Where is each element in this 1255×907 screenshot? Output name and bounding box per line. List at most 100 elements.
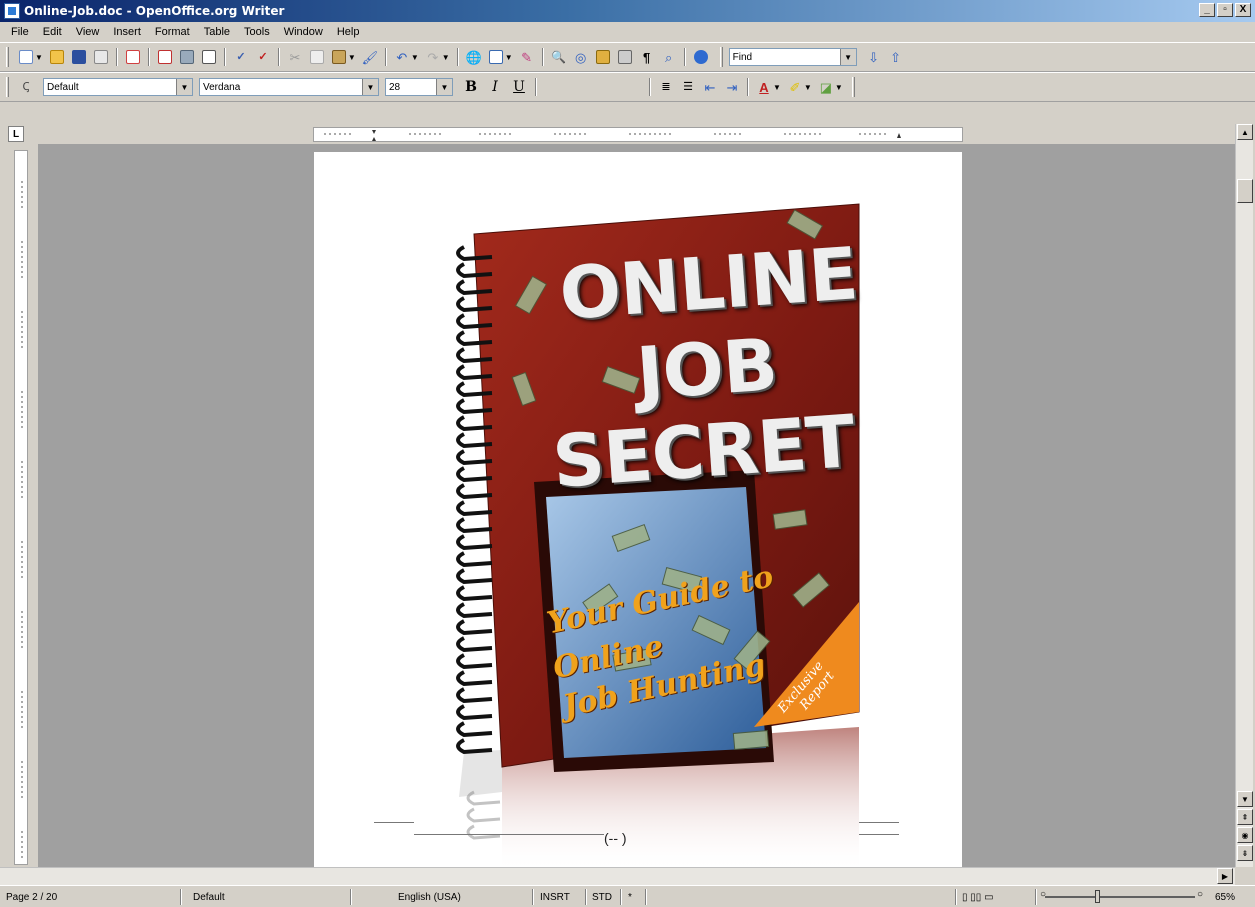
align-left-icon[interactable]	[543, 78, 643, 96]
horizontal-scrollbar[interactable]: ▶	[0, 867, 1235, 885]
clone-formatting-icon[interactable]: 🖌	[361, 48, 379, 66]
autospellcheck-icon[interactable]: ✓	[254, 48, 272, 66]
open-folder-icon[interactable]	[48, 48, 66, 66]
highlight-dropdown-arrow-icon[interactable]: ▼	[804, 83, 812, 92]
page-preview-icon[interactable]	[200, 48, 218, 66]
style-dropdown-arrow-icon[interactable]: ▼	[176, 79, 192, 95]
zoom-in-icon[interactable]: ○	[1197, 889, 1203, 900]
data-sources-icon[interactable]	[616, 48, 634, 66]
edit-file-icon[interactable]	[124, 48, 142, 66]
decrease-indent-icon[interactable]: ⇤	[701, 78, 719, 96]
font-color-icon[interactable]: A	[755, 78, 773, 96]
italic-button[interactable]: I	[486, 79, 504, 95]
menu-format[interactable]: Format	[148, 26, 197, 38]
redo-icon[interactable]: ↷	[424, 48, 442, 66]
zoom-slider[interactable]	[1045, 896, 1195, 898]
copy-icon[interactable]	[308, 48, 326, 66]
paste-icon[interactable]	[330, 48, 348, 66]
save-icon[interactable]	[70, 48, 88, 66]
redo-dropdown-arrow-icon[interactable]: ▼	[442, 53, 450, 62]
paste-dropdown-arrow-icon[interactable]: ▼	[348, 53, 356, 62]
find-replace-icon[interactable]: 🔍	[550, 48, 568, 66]
zoom-slider-knob[interactable]	[1095, 890, 1100, 903]
new-document-icon[interactable]	[17, 48, 35, 66]
toolbar-grip[interactable]	[851, 77, 855, 97]
zoom-out-icon[interactable]: ○	[1040, 889, 1046, 900]
vertical-ruler[interactable]	[14, 150, 28, 865]
spellcheck-icon[interactable]: ✓	[232, 48, 250, 66]
status-page-style[interactable]: Default	[193, 892, 225, 903]
menu-window[interactable]: Window	[277, 26, 330, 38]
find-text-input[interactable]: Find ▼	[728, 48, 857, 66]
horizontal-ruler[interactable]	[313, 127, 963, 142]
menu-edit[interactable]: Edit	[36, 26, 69, 38]
scroll-thumb[interactable]	[1237, 179, 1253, 203]
menu-help[interactable]: Help	[330, 26, 367, 38]
undo-dropdown-arrow-icon[interactable]: ▼	[411, 53, 419, 62]
scroll-right-icon[interactable]: ▶	[1217, 868, 1233, 884]
increase-indent-icon[interactable]: ⇥	[723, 78, 741, 96]
styles-formatting-icon[interactable]: Ꞔ	[17, 78, 35, 96]
table-dropdown-arrow-icon[interactable]: ▼	[505, 53, 513, 62]
toolbar-grip[interactable]	[719, 47, 723, 67]
print-icon[interactable]	[178, 48, 196, 66]
scroll-up-icon[interactable]: ▲	[1237, 124, 1253, 140]
bullets-icon[interactable]: ☰	[679, 78, 697, 96]
scroll-down-icon[interactable]: ▼	[1237, 791, 1253, 807]
toolbar-grip[interactable]	[6, 77, 9, 97]
font-size-value: 28	[389, 81, 401, 93]
minimize-button[interactable]: _	[1199, 3, 1215, 17]
toolbar-grip[interactable]	[6, 47, 9, 67]
underline-button[interactable]: U	[510, 79, 528, 95]
status-language[interactable]: English (USA)	[398, 892, 461, 903]
document-page[interactable]: ONLINE JOB SECRET Your Guide to Online J…	[314, 152, 962, 867]
new-dropdown-arrow-icon[interactable]: ▼	[35, 53, 43, 62]
font-color-dropdown-arrow-icon[interactable]: ▼	[773, 83, 781, 92]
status-selection-mode[interactable]: STD	[592, 892, 612, 903]
navigator-icon[interactable]: ◎	[572, 48, 590, 66]
vertical-scrollbar[interactable]: ▲ ▼ ⇞ ◉ ⇟	[1235, 124, 1253, 867]
status-page[interactable]: Page 2 / 20	[6, 892, 57, 903]
status-zoom[interactable]: 65%	[1215, 892, 1235, 903]
email-icon[interactable]	[92, 48, 110, 66]
hyperlink-icon[interactable]: 🌐	[465, 48, 483, 66]
cut-icon[interactable]: ✂	[286, 48, 304, 66]
next-page-icon[interactable]: ⇟	[1237, 845, 1253, 861]
maximize-button[interactable]: ▫	[1217, 3, 1233, 17]
help-icon[interactable]	[692, 48, 710, 66]
menu-file[interactable]: File	[4, 26, 36, 38]
menu-tools[interactable]: Tools	[237, 26, 277, 38]
highlighting-icon[interactable]: ✐	[786, 78, 804, 96]
font-size-select[interactable]: 28 ▼	[385, 78, 453, 96]
zoom-icon[interactable]: ⌕	[660, 48, 678, 66]
table-icon[interactable]	[487, 48, 505, 66]
background-color-icon[interactable]: ◪	[817, 78, 835, 96]
undo-icon[interactable]: ↶	[393, 48, 411, 66]
size-dropdown-arrow-icon[interactable]: ▼	[436, 79, 452, 95]
previous-page-icon[interactable]: ⇞	[1237, 809, 1253, 825]
numbering-icon[interactable]: ≣	[657, 78, 675, 96]
show-draw-functions-icon[interactable]: ✎	[518, 48, 536, 66]
find-next-icon[interactable]: ⇩	[865, 48, 883, 66]
tab-stop-selector[interactable]: L	[8, 126, 24, 142]
background-dropdown-arrow-icon[interactable]: ▼	[835, 83, 843, 92]
writer-app-icon[interactable]	[4, 3, 20, 19]
gallery-icon[interactable]	[594, 48, 612, 66]
menu-insert[interactable]: Insert	[106, 26, 148, 38]
cover-title-line2: JOB	[634, 322, 780, 416]
view-layout-icon[interactable]: ▯ ▯▯ ▭	[962, 892, 994, 903]
status-insert-mode[interactable]: INSRT	[540, 892, 570, 903]
close-button[interactable]: X	[1235, 3, 1251, 17]
font-name-select[interactable]: Verdana ▼	[199, 78, 379, 96]
find-dropdown-arrow-icon[interactable]: ▼	[839, 49, 856, 65]
menu-view[interactable]: View	[69, 26, 107, 38]
export-pdf-icon[interactable]	[156, 48, 174, 66]
menu-table[interactable]: Table	[197, 26, 237, 38]
paragraph-style-select[interactable]: Default ▼	[43, 78, 193, 96]
document-canvas[interactable]: ONLINE JOB SECRET Your Guide to Online J…	[38, 144, 1235, 867]
bold-button[interactable]: B	[462, 79, 480, 95]
find-previous-icon[interactable]: ⇧	[887, 48, 905, 66]
font-dropdown-arrow-icon[interactable]: ▼	[362, 79, 378, 95]
nonprinting-characters-icon[interactable]: ¶	[638, 48, 656, 66]
navigation-icon[interactable]: ◉	[1237, 827, 1253, 843]
